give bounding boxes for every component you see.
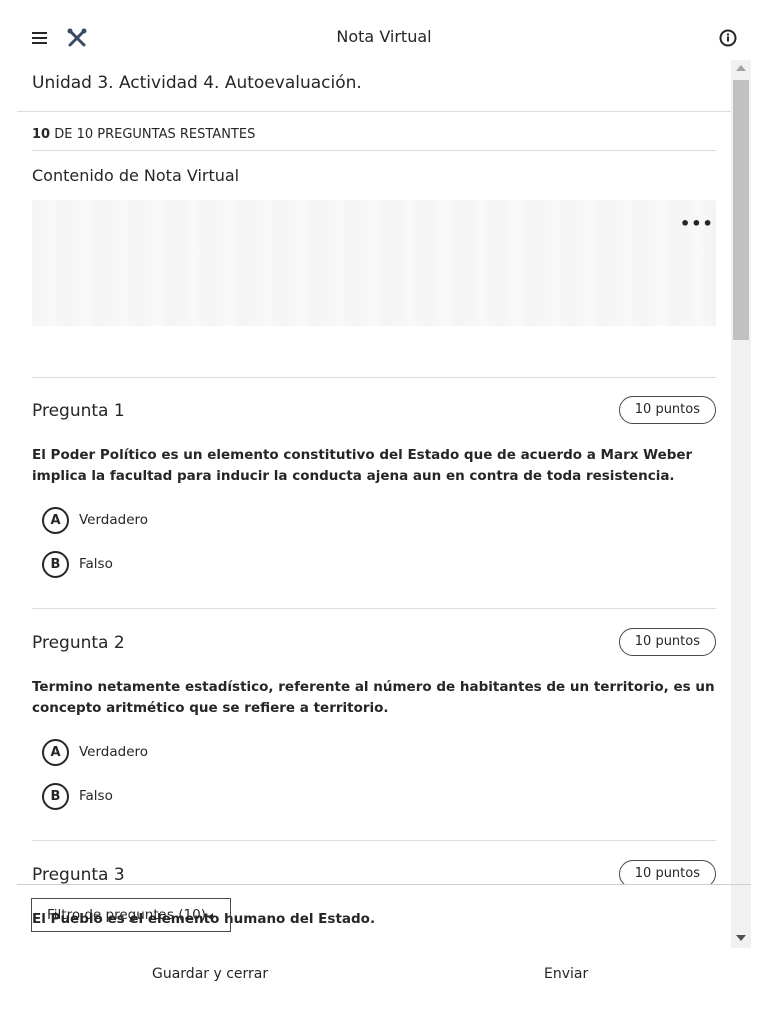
vertical-scrollbar[interactable] — [731, 60, 751, 948]
question-text: Termino netamente estadístico, referente… — [32, 679, 715, 716]
divider — [32, 608, 716, 609]
option-label: Falso — [79, 556, 113, 572]
scroll-down-arrow-icon[interactable] — [736, 935, 746, 941]
option-label: Verdadero — [79, 512, 149, 528]
option-letter: B — [42, 783, 69, 810]
points-badge: 10 puntos — [618, 628, 716, 656]
assessment-heading: Unidad 3. Actividad 4. Autoevaluación. — [32, 73, 362, 93]
assessment-scroll-area: Unidad 3. Actividad 4. Autoevaluación. 1… — [0, 60, 768, 885]
save-and-close-button[interactable]: Guardar y cerrar — [152, 966, 268, 982]
points-badge: 10 puntos — [618, 396, 716, 424]
content-title: Contenido de Nota Virtual — [32, 166, 240, 185]
option-letter: A — [42, 507, 69, 534]
question-title: Pregunta 3 — [32, 865, 125, 885]
assessment-header: Unidad 3. Actividad 4. Autoevaluación. — [17, 60, 731, 112]
option-label: Verdadero — [79, 744, 149, 760]
question-text: El Poder Político es un elemento constit… — [32, 447, 693, 484]
app-title: Nota Virtual — [336, 27, 432, 46]
divider — [32, 377, 716, 378]
submit-button[interactable]: Enviar — [544, 966, 588, 982]
content-preview — [32, 200, 716, 326]
scroll-up-arrow-icon[interactable] — [736, 65, 746, 71]
caret-left-icon — [208, 913, 213, 921]
more-options-button[interactable]: ••• — [680, 214, 713, 233]
scrollbar-thumb[interactable] — [733, 80, 749, 340]
option-letter: B — [42, 551, 69, 578]
questions-remaining: 10 DE 10 PREGUNTAS RESTANTES — [32, 127, 255, 142]
question-filter-dropdown[interactable]: Filtro de preguntas (10) — [31, 898, 231, 932]
divider — [32, 150, 716, 151]
info-circle-icon[interactable] — [716, 26, 740, 50]
question-title: Pregunta 1 — [32, 401, 125, 421]
filter-label: Filtro de preguntas (10) — [47, 907, 206, 923]
action-bar: Guardar y cerrar Enviar — [0, 948, 768, 1024]
points-badge: 10 puntos — [618, 860, 716, 885]
remaining-count: 10 — [32, 127, 51, 142]
option-label: Falso — [79, 788, 113, 804]
remaining-text: DE 10 PREGUNTAS RESTANTES — [50, 127, 256, 142]
option-letter: A — [42, 739, 69, 766]
footer-divider — [17, 884, 751, 885]
divider — [32, 840, 716, 841]
question-title: Pregunta 2 — [32, 633, 125, 653]
